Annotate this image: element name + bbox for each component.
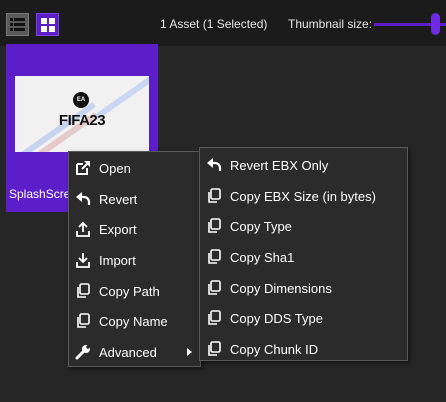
menu-item-label: Copy Path: [99, 283, 160, 299]
asset-browser-toolbar: 1 Asset (1 Selected) Thumbnail size:: [0, 0, 446, 46]
menu-item-import[interactable]: Import: [69, 245, 200, 275]
export-upload-icon: [74, 220, 92, 238]
import-download-icon: [74, 251, 92, 269]
menu-item-label: Advanced: [99, 344, 157, 360]
copy-icon: [205, 248, 223, 266]
menu-item-export[interactable]: Export: [69, 214, 200, 244]
thumbnail-size-label: Thumbnail size:: [288, 17, 373, 31]
wrench-icon: [74, 343, 92, 361]
menu-item-label: Import: [99, 252, 136, 268]
menu-item-label: Open: [99, 160, 131, 176]
thumbnail-size-slider-handle[interactable]: [431, 13, 440, 35]
copy-icon: [74, 312, 92, 330]
ea-logo: EA: [73, 92, 89, 108]
asset-thumbnail: EA FIFA23: [15, 76, 149, 152]
copy-icon: [205, 309, 223, 327]
menu-item-label: Copy Name: [99, 313, 168, 329]
menu-item-copy-dds-type[interactable]: Copy DDS Type: [200, 303, 407, 333]
menu-item-copy-ebx-size[interactable]: Copy EBX Size (in bytes): [200, 181, 407, 211]
menu-item-label: Export: [99, 221, 137, 237]
menu-item-copy-sha1[interactable]: Copy Sha1: [200, 242, 407, 272]
undo-arrow-icon: [74, 190, 92, 208]
menu-item-copy-path[interactable]: Copy Path: [69, 276, 200, 306]
copy-icon: [74, 282, 92, 300]
menu-item-label: Copy Dimensions: [230, 280, 332, 296]
asset-count-text: 1 Asset (1 Selected): [160, 17, 268, 31]
menu-item-label: Copy Chunk ID: [230, 341, 319, 357]
menu-item-revert[interactable]: Revert: [69, 184, 200, 214]
menu-item-copy-dimensions[interactable]: Copy Dimensions: [200, 273, 407, 303]
menu-item-label: Revert EBX Only: [230, 157, 329, 173]
menu-item-label: Copy EBX Size (in bytes): [230, 188, 376, 204]
list-view-button[interactable]: [6, 13, 29, 36]
chevron-right-icon: [187, 348, 192, 356]
grid-view-button[interactable]: [36, 13, 59, 36]
context-menu: Open Revert Export Import Copy Path Copy…: [68, 151, 201, 367]
copy-icon: [205, 187, 223, 205]
menu-item-advanced[interactable]: Advanced: [69, 337, 200, 367]
menu-item-label: Copy DDS Type: [230, 310, 323, 326]
menu-item-open[interactable]: Open: [69, 153, 200, 183]
copy-icon: [205, 279, 223, 297]
open-external-icon: [74, 159, 92, 177]
copy-icon: [205, 217, 223, 235]
menu-item-label: Copy Sha1: [230, 249, 295, 265]
asset-name-label: SplashScreen: [9, 187, 71, 201]
list-view-icon: [10, 18, 25, 31]
menu-item-label: Copy Type: [230, 218, 292, 234]
menu-item-copy-chunk-id[interactable]: Copy Chunk ID: [200, 334, 407, 364]
menu-item-copy-type[interactable]: Copy Type: [200, 211, 407, 241]
menu-item-revert-ebx-only[interactable]: Revert EBX Only: [200, 150, 407, 180]
fifa-title-logo: FIFA23: [58, 112, 106, 129]
copy-icon: [205, 340, 223, 358]
advanced-submenu: Revert EBX Only Copy EBX Size (in bytes)…: [199, 147, 408, 361]
menu-item-copy-name[interactable]: Copy Name: [69, 306, 200, 336]
undo-arrow-icon: [205, 156, 223, 174]
grid-view-icon: [40, 17, 55, 32]
menu-item-label: Revert: [99, 191, 138, 207]
